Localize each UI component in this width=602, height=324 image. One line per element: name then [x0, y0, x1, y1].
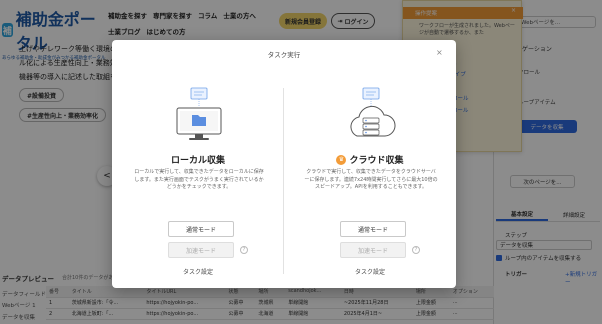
local-collection-description: ローカルで実行して、収集できたデータをローカルに保存します。また実行画面でテスク… — [134, 169, 264, 190]
cloud-server-icon — [350, 87, 396, 137]
cloud-task-settings-link[interactable]: タスク設定 — [290, 267, 450, 276]
help-icon[interactable]: ? — [412, 246, 420, 254]
premium-badge-icon: ♛ — [336, 154, 347, 165]
cloud-collection-title: クラウド収集 — [349, 156, 404, 166]
cloud-collection-title-row: ♛ クラウド収集 — [290, 153, 450, 166]
cloud-fast-mode-button[interactable]: 加速モード — [340, 242, 406, 258]
local-fast-mode-button[interactable]: 加速モード — [168, 242, 234, 258]
local-task-settings-link[interactable]: タスク設定 — [118, 267, 278, 276]
task-run-modal: タスク実行 × ローカル収集 ローカルで実行して、収集できたデータをローカルに保… — [112, 40, 456, 288]
cloud-collection-description: クラウドで実行して、収集できたデータをクラウドサーバーに保存します。連続7x24… — [304, 169, 438, 190]
cloud-collection-option: ♛ クラウド収集 クラウドで実行して、収集できたデータをクラウドサーバーに保存し… — [290, 40, 450, 288]
local-collection-title: ローカル収集 — [170, 156, 225, 166]
column-divider — [283, 88, 284, 274]
help-icon[interactable]: ? — [240, 246, 248, 254]
monitor-folder-icon — [176, 87, 222, 140]
local-collection-option: ローカル収集 ローカルで実行して、収集できたデータをローカルに保存します。また実… — [118, 40, 278, 288]
cloud-normal-mode-button[interactable]: 通常モード — [340, 221, 406, 237]
local-normal-mode-button[interactable]: 通常モード — [168, 221, 234, 237]
